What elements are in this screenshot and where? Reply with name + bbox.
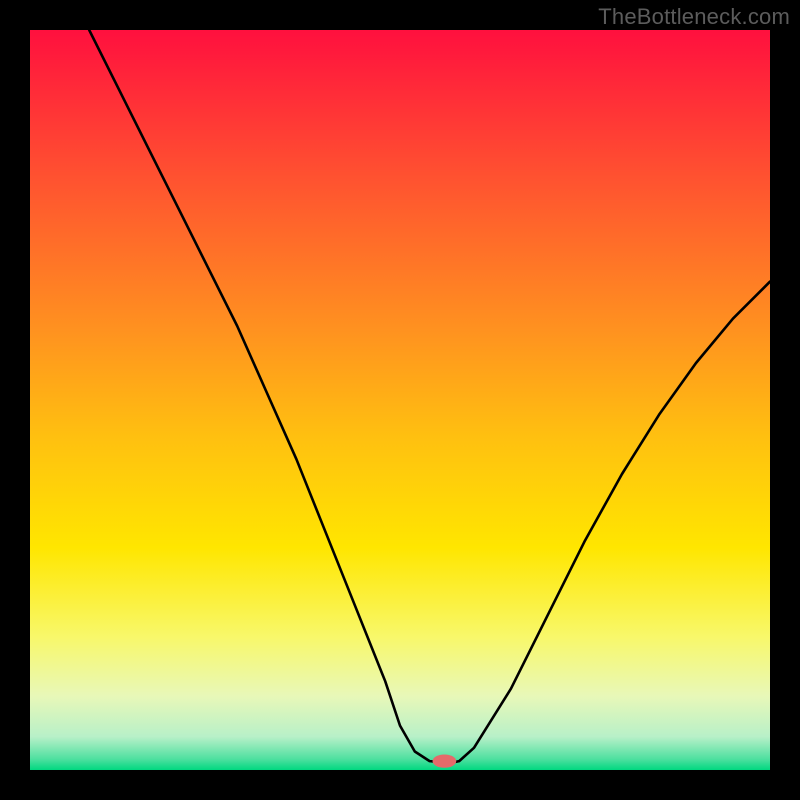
watermark-text: TheBottleneck.com [598,4,790,30]
optimal-point-marker [433,754,457,767]
chart-frame: TheBottleneck.com [0,0,800,800]
chart-svg [30,30,770,770]
gradient-rect [30,30,770,770]
plot-area [30,30,770,770]
